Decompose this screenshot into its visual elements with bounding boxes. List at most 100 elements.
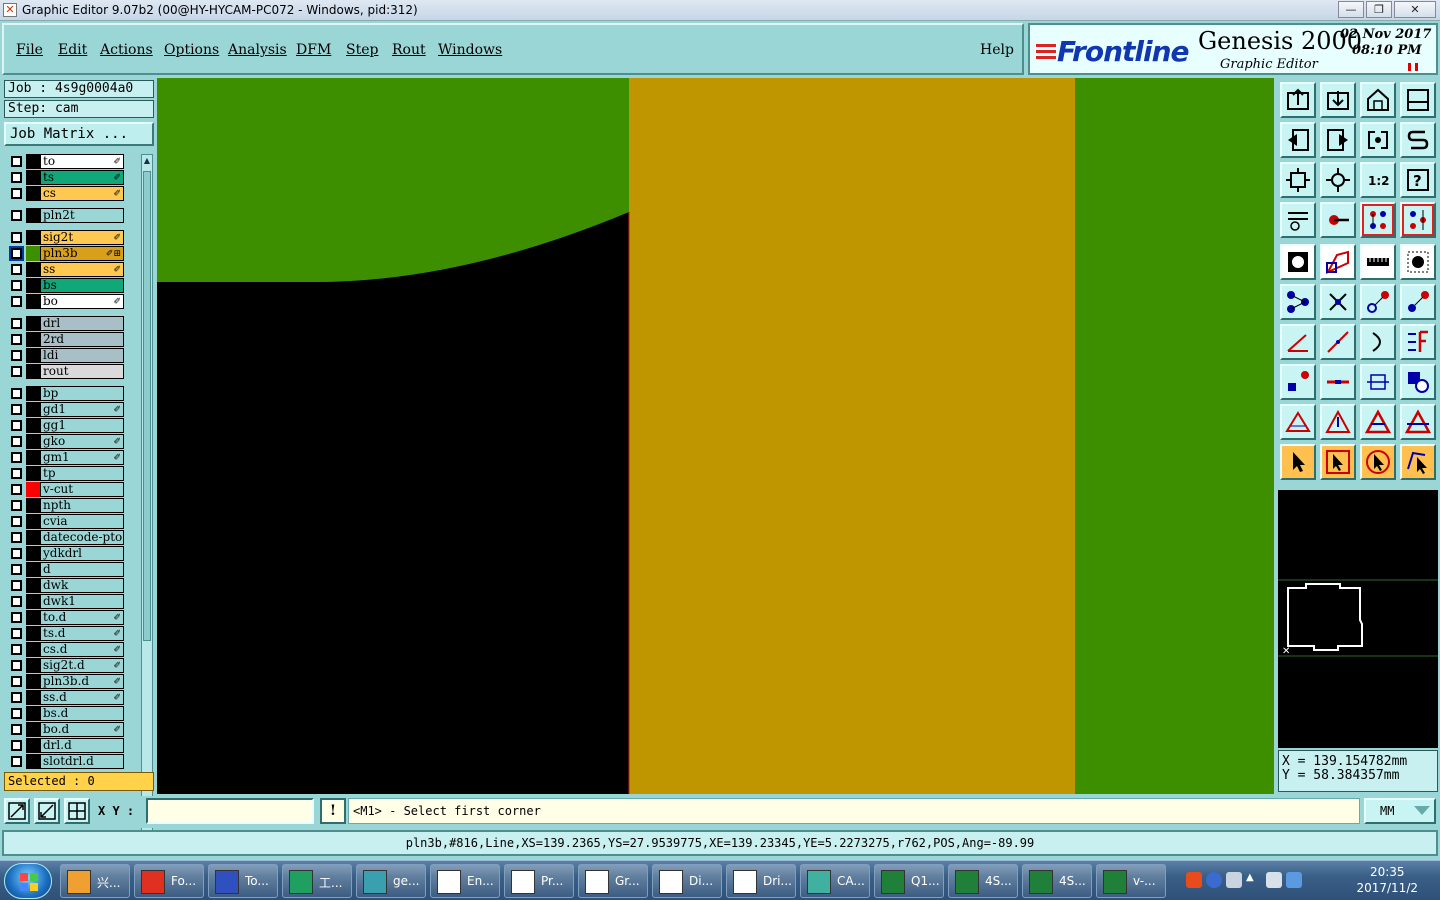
layer-name[interactable]: gg1 (40, 418, 124, 433)
layer-color-swatch[interactable] (26, 364, 40, 379)
layer-name[interactable]: to ✐ (40, 154, 124, 169)
probe-icon[interactable] (1320, 202, 1356, 238)
layer-name[interactable]: ss.d ✐ (40, 690, 124, 705)
layer-name[interactable]: pln2t (40, 208, 124, 223)
menu-file[interactable]: File (16, 42, 43, 58)
menu-help[interactable]: Help (980, 42, 1014, 58)
layer-color-swatch[interactable] (26, 498, 40, 513)
layer-display-checkbox[interactable] (11, 156, 22, 167)
layer-row-pln3b.d[interactable]: pln3b.d ✐ (5, 674, 141, 689)
network-icon[interactable] (1266, 872, 1282, 888)
layer-color-swatch[interactable] (26, 578, 40, 593)
taskbar-button[interactable]: ge... (356, 864, 426, 898)
settings-tray-icon[interactable] (1226, 872, 1242, 888)
layer-color-swatch[interactable] (26, 262, 40, 277)
triangle-scale-icon[interactable] (1400, 404, 1436, 440)
layer-display-checkbox[interactable] (11, 188, 22, 199)
zoom-window-icon[interactable] (4, 798, 30, 824)
execute-button[interactable]: ! (320, 798, 346, 824)
layer-display-checkbox[interactable] (11, 484, 22, 495)
layer-color-swatch[interactable] (26, 450, 40, 465)
layer-color-swatch[interactable] (26, 530, 40, 545)
layer-color-swatch[interactable] (26, 610, 40, 625)
layer-row-pln2t[interactable]: pln2t (5, 208, 141, 223)
add-line-icon[interactable] (1320, 324, 1356, 360)
triangle-add-icon[interactable] (1320, 404, 1356, 440)
layer-color-swatch[interactable] (26, 690, 40, 705)
layer-row-bo.d[interactable]: bo.d ✐ (5, 722, 141, 737)
layer-name[interactable]: v-cut (40, 482, 124, 497)
layer-name[interactable]: drl.d (40, 738, 124, 753)
layer-display-checkbox[interactable] (11, 404, 22, 415)
layer-name[interactable]: bs (40, 278, 124, 293)
layer-name[interactable]: cs ✐ (40, 186, 124, 201)
triangle-fill-icon[interactable] (1360, 404, 1396, 440)
units-select[interactable]: MM (1364, 798, 1436, 824)
layer-color-swatch[interactable] (26, 418, 40, 433)
menu-step[interactable]: Step (346, 42, 378, 58)
stretch-icon[interactable] (1360, 364, 1396, 400)
layer-name[interactable]: bs.d (40, 706, 124, 721)
layer-row-bp[interactable]: bp (5, 386, 141, 401)
layer-display-checkbox[interactable] (11, 596, 22, 607)
layer-display-checkbox[interactable] (11, 334, 22, 345)
overview-map[interactable]: ✕ (1278, 490, 1438, 748)
layer-row-drl.d[interactable]: drl.d (5, 738, 141, 753)
layer-name[interactable]: pln3b ✐⊞ (40, 246, 124, 261)
layer-display-checkbox[interactable] (9, 246, 24, 261)
snap-edge-icon[interactable] (1360, 284, 1396, 320)
layer-display-checkbox[interactable] (11, 210, 22, 221)
layer-display-checkbox[interactable] (11, 564, 22, 575)
menu-options[interactable]: Options (164, 42, 219, 58)
net-break-icon[interactable] (1400, 202, 1436, 238)
layer-row-dwk[interactable]: dwk (5, 578, 141, 593)
taskbar-button[interactable]: 4S... (948, 864, 1018, 898)
layer-color-swatch[interactable] (26, 466, 40, 481)
layer-name[interactable]: cvia (40, 514, 124, 529)
layer-name[interactable]: npth (40, 498, 124, 513)
layer-name[interactable]: ts.d ✐ (40, 626, 124, 641)
taskbar-button[interactable]: To... (208, 864, 278, 898)
save-job-icon[interactable] (1320, 82, 1356, 118)
layer-row-to.d[interactable]: to.d ✐ (5, 610, 141, 625)
taskbar-button[interactable]: 4S... (1022, 864, 1092, 898)
layer-color-swatch[interactable] (26, 674, 40, 689)
layer-row-d[interactable]: d (5, 562, 141, 577)
layer-display-checkbox[interactable] (11, 436, 22, 447)
layer-row-bo[interactable]: bo ✐ (5, 294, 141, 309)
layer-row-cs[interactable]: cs ✐ (5, 186, 141, 201)
add-pin-line-icon[interactable] (1320, 364, 1356, 400)
layer-row-ydkdrl[interactable]: ydkdrl (5, 546, 141, 561)
menu-rout[interactable]: Rout (392, 42, 426, 58)
layer-name[interactable]: drl (40, 316, 124, 331)
layer-color-swatch[interactable] (26, 546, 40, 561)
xy-input[interactable] (146, 798, 314, 824)
zoom-home-icon[interactable] (1320, 162, 1356, 198)
start-button[interactable] (4, 863, 52, 899)
layer-row-gd1[interactable]: gd1 ✐ (5, 402, 141, 417)
layer-name[interactable]: dwk (40, 578, 124, 593)
layer-name[interactable]: 2rd (40, 332, 124, 347)
group-shapes-icon[interactable] (1400, 364, 1436, 400)
layer-color-swatch[interactable] (26, 434, 40, 449)
layer-name[interactable]: d (40, 562, 124, 577)
layer-row-pln3b[interactable]: pln3b ✐⊞ (5, 246, 141, 261)
layer-color-swatch[interactable] (26, 186, 40, 201)
layer-name[interactable]: gko ✐ (40, 434, 124, 449)
layer-display-checkbox[interactable] (11, 318, 22, 329)
layer-display-checkbox[interactable] (11, 420, 22, 431)
layer-name[interactable]: pln3b.d ✐ (40, 674, 124, 689)
show-hidden-icon[interactable]: ▲ (1246, 872, 1262, 888)
taskbar-clock[interactable]: 20:35 2017/11/2 (1356, 864, 1418, 896)
taskbar-button[interactable]: En... (430, 864, 500, 898)
select-box-icon[interactable] (1320, 444, 1356, 480)
layer-color-swatch[interactable] (26, 626, 40, 641)
mirror-icon[interactable] (1360, 122, 1396, 158)
taskbar-button[interactable]: Dri... (726, 864, 796, 898)
menu-actions[interactable]: Actions (100, 42, 153, 58)
taskbar-button[interactable]: Di... (652, 864, 722, 898)
taskbar-button[interactable]: CA... (800, 864, 870, 898)
open-job-icon[interactable] (1280, 82, 1316, 118)
layer-display-checkbox[interactable] (11, 740, 22, 751)
layer-color-swatch[interactable] (26, 706, 40, 721)
